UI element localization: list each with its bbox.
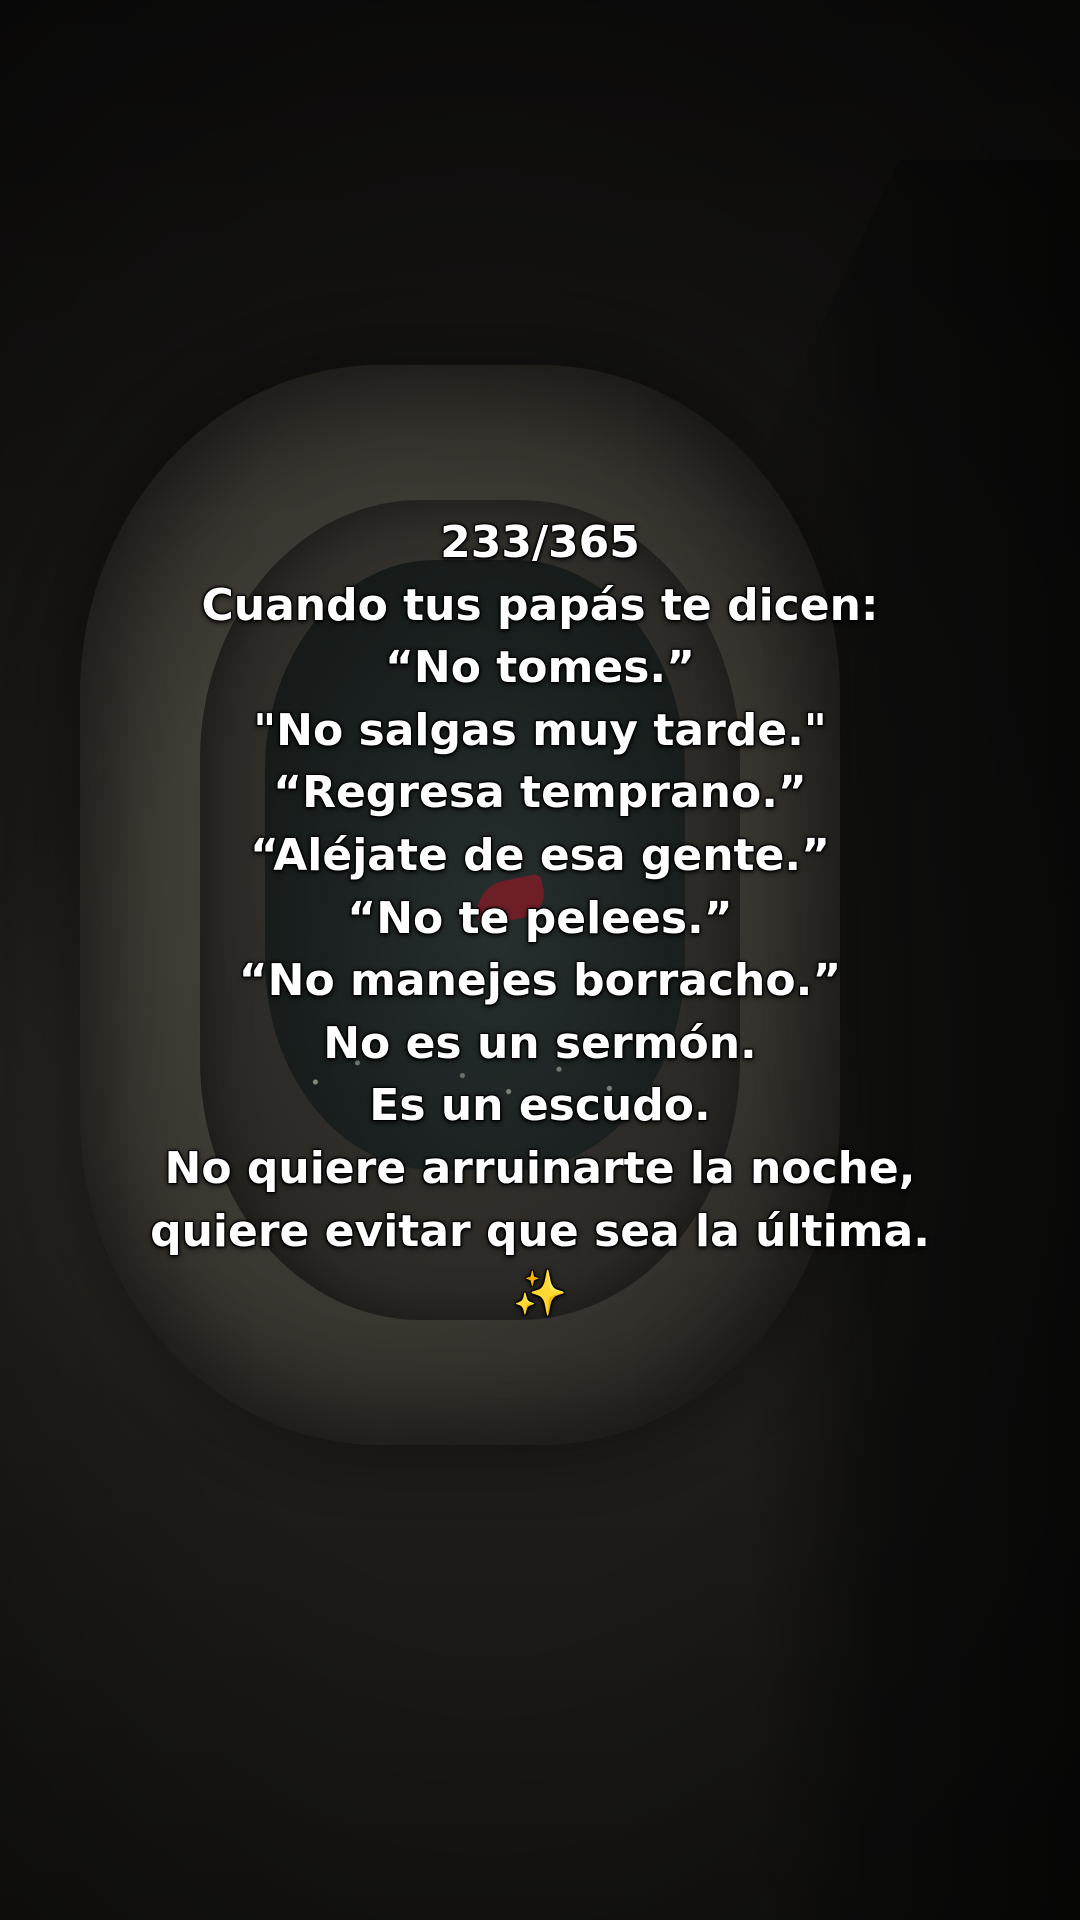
caption-line: “Regresa temprano.”	[273, 767, 807, 819]
caption-line: “Aléjate de esa gente.”	[249, 829, 831, 881]
photo-background: 233/365 Cuando tus papás te dicen: “No t…	[0, 0, 1080, 1920]
caption-line: Cuando tus papás te dicen:	[201, 579, 879, 631]
caption-overlay: 233/365 Cuando tus papás te dicen: “No t…	[40, 512, 1040, 1326]
caption-line: "No salgas muy tarde."	[253, 704, 827, 756]
caption-line: No es un sermón.	[323, 1017, 757, 1069]
caption-line: “No manejes borracho.”	[238, 955, 842, 1007]
day-counter: 233/365	[440, 517, 640, 568]
caption-line: “No te pelees.”	[347, 892, 733, 944]
caption-line: Es un escudo.	[369, 1080, 711, 1132]
sparkles-icon: ✨	[512, 1268, 568, 1320]
caption-line: No quiere arruinarte la noche,	[164, 1142, 916, 1194]
caption-line: quiere evitar que sea la última.	[150, 1205, 930, 1257]
caption-line: “No tomes.”	[384, 642, 696, 694]
